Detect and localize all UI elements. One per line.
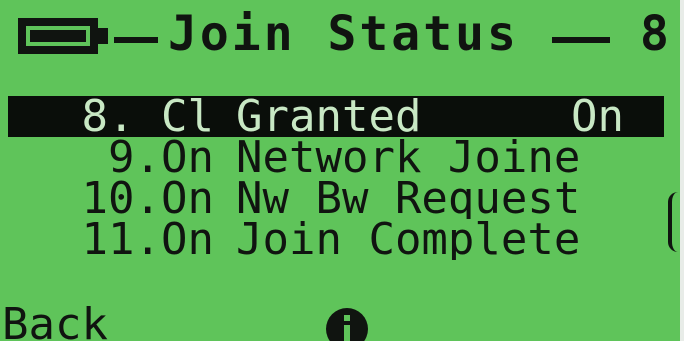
scroll-indicator — [668, 192, 680, 252]
menu-item-label: Granted — [236, 96, 422, 137]
page-title: Join Status — [168, 6, 519, 62]
title-divider-right — [552, 37, 610, 43]
menu-item-number: 11.On — [81, 219, 214, 260]
menu-item-number: 9.On — [108, 137, 214, 178]
menu-item-label: Join Complete — [236, 219, 581, 260]
menu-item-number: 10.On — [81, 178, 214, 219]
menu-item-nw-bw-request[interactable]: 10.On Nw Bw Request — [0, 178, 680, 219]
info-icon[interactable] — [324, 306, 370, 341]
menu-list: 8. Cl Granted On 9.On Network Joine 10.O… — [0, 96, 680, 260]
back-softkey[interactable]: Back — [2, 300, 108, 341]
menu-item-join-complete[interactable]: 11.On Join Complete — [0, 219, 680, 260]
menu-item-label: Network Joine — [236, 137, 581, 178]
title-divider-left — [114, 37, 158, 43]
screen-bezel-edge — [680, 0, 684, 341]
menu-item-network-joined[interactable]: 9.On Network Joine — [0, 137, 680, 178]
title-bar: Join Status 8 — [0, 0, 680, 70]
menu-item-value: On — [571, 96, 624, 137]
menu-item-granted[interactable]: 8. Cl Granted On — [8, 96, 664, 137]
lcd-screen: Join Status 8 8. Cl Granted On 9.On Netw… — [0, 0, 680, 341]
menu-item-number: 8. Cl — [81, 96, 214, 137]
page-number: 8 — [640, 6, 669, 62]
menu-item-label: Nw Bw Request — [236, 178, 581, 219]
battery-icon — [18, 18, 108, 54]
